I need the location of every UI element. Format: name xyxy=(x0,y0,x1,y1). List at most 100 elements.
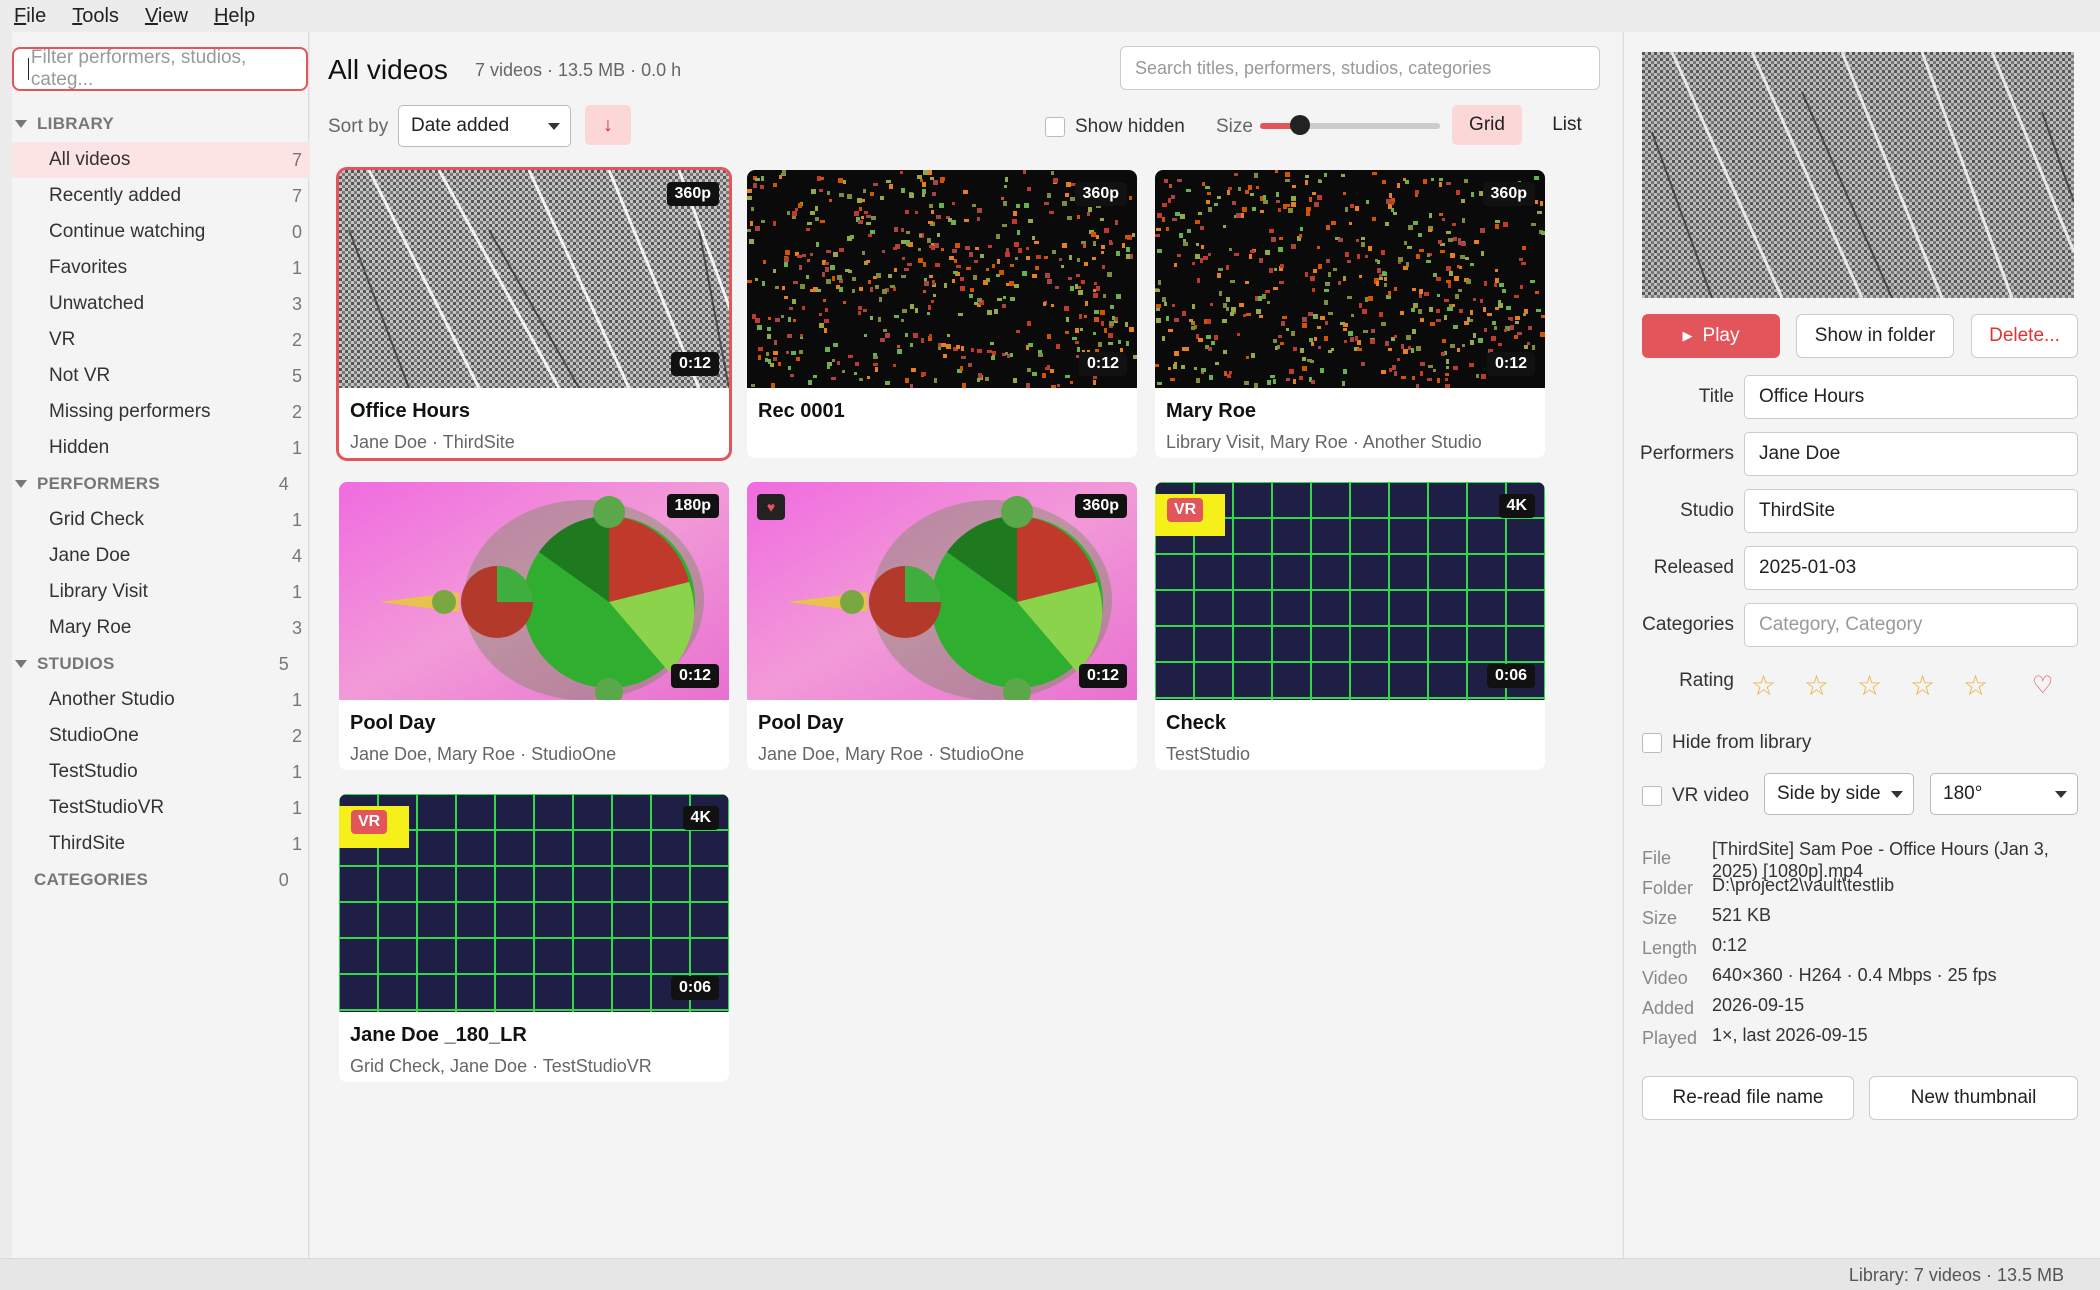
vr-video-toggle[interactable]: VR video xyxy=(1642,785,1749,807)
star-icon[interactable]: ☆ xyxy=(1910,669,1935,702)
video-card[interactable]: 360p 0:12 ♥ Pool Day Jane Doe, Mary Roe · St… xyxy=(747,482,1137,770)
video-card[interactable]: 360p 0:12 Office Hours Jane Doe · ThirdSite xyxy=(336,167,732,461)
sidebar-library-item[interactable]: Unwatched 3 xyxy=(12,286,309,322)
video-card[interactable]: 4K 0:06 VR Check TestStudio xyxy=(1155,482,1545,770)
chevron-down-icon xyxy=(548,123,560,130)
resolution-badge: 360p xyxy=(1482,182,1535,206)
section-library[interactable]: LIBRARY xyxy=(12,106,309,142)
sidebar-performer-item[interactable]: Mary Roe 3 xyxy=(12,610,309,646)
vr-layout-select[interactable]: Side by side xyxy=(1764,773,1914,815)
sidebar-library-item[interactable]: Recently added 7 xyxy=(12,178,309,214)
item-label: Mary Roe xyxy=(49,617,132,638)
size-slider-handle[interactable] xyxy=(1289,115,1310,135)
studio-field[interactable]: ThirdSite xyxy=(1744,489,2078,533)
video-thumbnail[interactable]: 4K 0:06 VR xyxy=(1155,482,1545,700)
star-icon[interactable]: ☆ xyxy=(1751,669,1776,702)
sidebar-studio-item[interactable]: TestStudio 1 xyxy=(12,754,309,790)
performers-field[interactable]: Jane Doe xyxy=(1744,432,2078,476)
star-icon[interactable]: ☆ xyxy=(1857,669,1882,702)
star-icon[interactable]: ☆ xyxy=(1963,669,1988,702)
item-count: 4 xyxy=(291,545,302,566)
size-slider[interactable] xyxy=(1260,115,1440,135)
section-count: 0 xyxy=(278,869,289,890)
chevron-down-icon xyxy=(15,660,27,668)
video-thumbnail[interactable]: 360p 0:12 xyxy=(747,170,1137,389)
status-text: Library: 7 videos · 13.5 MB xyxy=(1848,1265,2064,1285)
video-thumbnail[interactable]: 360p 0:12 xyxy=(339,170,729,389)
meta-key: Length xyxy=(1642,938,1698,958)
categories-field[interactable]: Category, Category xyxy=(1744,603,2078,647)
vr-badge-label: VR xyxy=(351,810,388,834)
filter-input[interactable]: Filter performers, studios, categ... xyxy=(12,47,308,91)
section-studios[interactable]: STUDIOS 5 xyxy=(12,646,309,682)
card-title: Pool Day xyxy=(350,712,436,734)
sidebar-studio-item[interactable]: Another Studio 1 xyxy=(12,682,309,718)
show-hidden-label: Show hidden xyxy=(1075,116,1185,137)
section-performers[interactable]: PERFORMERS 4 xyxy=(12,466,309,502)
item-count: 1 xyxy=(291,833,302,854)
reread-filename-button[interactable]: Re-read file name xyxy=(1642,1076,1854,1120)
show-hidden-toggle[interactable]: Show hidden xyxy=(1045,116,1185,138)
sidebar-studio-item[interactable]: ThirdSite 1 xyxy=(12,826,309,862)
menu-file[interactable]: File xyxy=(14,5,46,28)
card-title: Office Hours xyxy=(350,400,471,422)
sidebar-library-item[interactable]: All videos 7 xyxy=(12,142,309,178)
section-categories[interactable]: CATEGORIES 0 xyxy=(12,862,309,898)
meta-value: 2026-09-15 xyxy=(1712,995,1805,1015)
video-card[interactable]: 360p 0:12 Mary Roe Library Visit, Mary Roe … xyxy=(1155,170,1545,458)
video-thumbnail[interactable]: 180p 0:12 xyxy=(339,482,729,706)
delete-button[interactable]: Delete... xyxy=(1971,314,2078,358)
list-view-button[interactable]: List xyxy=(1532,105,1602,145)
sidebar-performer-item[interactable]: Grid Check 1 xyxy=(12,502,309,538)
menu-view[interactable]: View xyxy=(145,5,188,28)
video-thumbnail[interactable]: 360p 0:12 xyxy=(1155,170,1545,389)
card-subtitle: Library Visit, Mary Roe · Another Studio xyxy=(1166,432,1482,452)
grid-view-button[interactable]: Grid xyxy=(1452,105,1522,145)
new-thumbnail-button[interactable]: New thumbnail xyxy=(1869,1076,2078,1120)
card-subtitle: Jane Doe, Mary Roe · StudioOne xyxy=(758,744,1025,764)
sidebar-tree: LIBRARY All videos 7 Recently added 7 Contin… xyxy=(12,106,309,898)
vr-angle-select[interactable]: 180° xyxy=(1930,773,2078,815)
hide-checkbox[interactable] xyxy=(1642,733,1662,753)
video-thumbnail[interactable]: 4K 0:06 VR xyxy=(339,794,729,1012)
show-in-folder-button[interactable]: Show in folder xyxy=(1796,314,1954,358)
sidebar-studio-item[interactable]: TestStudioVR 1 xyxy=(12,790,309,826)
heart-icon[interactable]: ♡ xyxy=(2032,671,2054,700)
hide-from-library-toggle[interactable]: Hide from library xyxy=(1642,732,1811,754)
star-icon[interactable]: ☆ xyxy=(1804,669,1829,702)
sidebar-library-item[interactable]: Missing performers 2 xyxy=(12,394,309,430)
title-field[interactable]: Office Hours xyxy=(1744,375,2078,419)
preview-image xyxy=(1642,52,2074,298)
video-card[interactable]: 180p 0:12 Pool Day Jane Doe, Mary Roe · Stu… xyxy=(339,482,729,770)
video-card[interactable]: 360p 0:12 Rec 0001 xyxy=(747,170,1137,458)
chevron-down-icon xyxy=(2055,791,2067,798)
sidebar-library-item[interactable]: Hidden 1 xyxy=(12,430,309,466)
sort-direction-button[interactable]: ↓ xyxy=(585,105,631,145)
show-hidden-checkbox[interactable] xyxy=(1045,117,1065,137)
released-field[interactable]: 2025-01-03 xyxy=(1744,546,2078,590)
field-label: Performers xyxy=(1640,443,1734,464)
preview-thumbnail xyxy=(1642,52,2074,298)
item-label: Not VR xyxy=(49,365,111,386)
sidebar-library-item[interactable]: Continue watching 0 xyxy=(12,214,309,250)
sidebar-library-item[interactable]: Favorites 1 xyxy=(12,250,309,286)
sidebar-performer-item[interactable]: Library Visit 1 xyxy=(12,574,309,610)
resolution-badge: 180p xyxy=(666,494,719,518)
meta-key: Video xyxy=(1642,968,1688,988)
sidebar-studio-item[interactable]: StudioOne 2 xyxy=(12,718,309,754)
play-button[interactable]: ▶ Play xyxy=(1642,314,1780,358)
menu-help[interactable]: Help xyxy=(214,5,255,28)
item-label: Continue watching xyxy=(49,221,206,242)
sidebar-library-item[interactable]: VR 2 xyxy=(12,322,309,358)
search-input[interactable]: Search titles, performers, studios, cate… xyxy=(1120,46,1600,90)
sidebar-performer-item[interactable]: Jane Doe 4 xyxy=(12,538,309,574)
vr-checkbox[interactable] xyxy=(1642,786,1662,806)
meta-key: Played xyxy=(1642,1028,1698,1048)
video-card[interactable]: 4K 0:06 VR Jane Doe _180_LR Grid Check, Jane… xyxy=(339,794,729,1082)
sort-select[interactable]: Date added xyxy=(398,105,571,147)
menu-tools[interactable]: Tools xyxy=(72,5,119,28)
resolution-badge: 4K xyxy=(682,806,719,830)
sidebar-library-item[interactable]: Not VR 5 xyxy=(12,358,309,394)
item-label: Favorites xyxy=(49,257,128,278)
video-thumbnail[interactable]: 360p 0:12 ♥ xyxy=(747,482,1137,706)
